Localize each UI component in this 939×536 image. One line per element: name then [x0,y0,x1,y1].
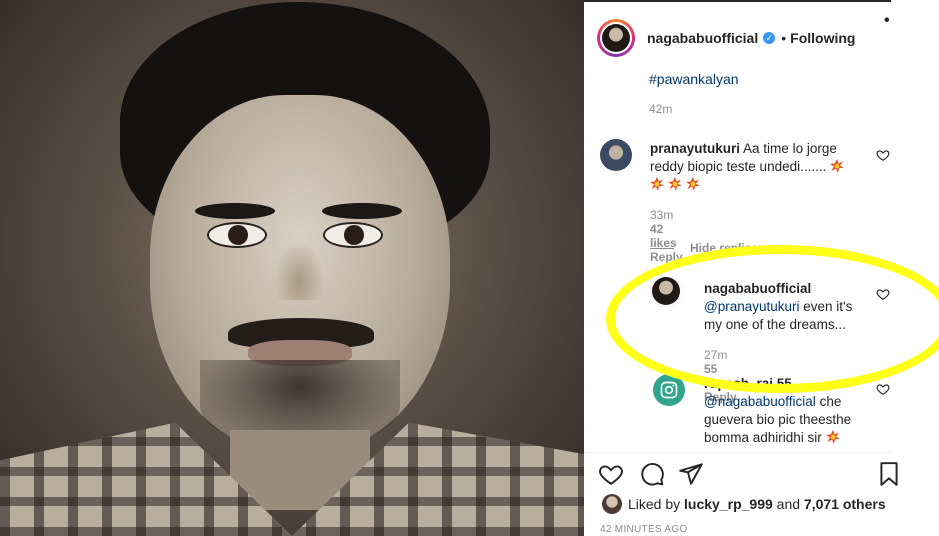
comment-meta: 33m 42 likes Reply [650,208,693,264]
comment-like-heart-icon[interactable] [876,148,890,162]
likes-summary: Liked by lucky_rp_999 and 7,071 others [602,494,886,514]
more-options-icon[interactable]: • [884,12,890,30]
share-paper-plane-icon[interactable] [678,461,704,487]
collision-emoji-icon [667,177,682,191]
comment-avatar[interactable] [600,139,632,171]
following-button[interactable]: Following [790,30,855,46]
post-sidebar: nagababuofficial ✓ • Following • #pawank… [584,0,939,536]
comment-timestamp: 33m [650,208,674,222]
hide-replies-line [650,248,674,250]
photo-nose [274,240,324,300]
photo-right-eye [323,222,383,248]
post-timestamp: 42 MINUTES AGO [600,524,688,535]
collision-emoji-icon [685,177,700,191]
reply-timestamp: 27m [704,348,728,362]
comment-username[interactable]: pranayutukuri [650,141,740,156]
save-bookmark-icon[interactable] [876,461,902,487]
author-username[interactable]: nagababuofficial [647,30,758,46]
reply-avatar[interactable] [653,374,685,406]
photo-left-eye [207,222,267,248]
hide-replies-label: Hide replies [690,241,759,255]
reply-like-heart-icon[interactable] [876,382,890,396]
reply-mention[interactable]: @pranayutukuri [704,299,800,314]
photo-right-brow [322,203,402,219]
liker-username[interactable]: lucky_rp_999 [684,496,773,512]
reply-body: nagababuofficial @pranayutukuri even it'… [704,280,874,334]
reply-mention[interactable]: @nagababuofficial [704,394,816,409]
reply-username[interactable]: nagababuofficial [704,281,811,296]
liker-avatar[interactable] [602,494,622,514]
post-photo[interactable] [0,0,584,536]
like-heart-icon[interactable] [598,461,624,487]
liked-by-prefix: Liked by [628,496,681,512]
reply-like-heart-icon[interactable] [876,287,890,301]
liked-by-and: and [776,496,801,512]
author-avatar[interactable] [597,19,635,57]
hide-replies-button[interactable]: Hide replies [650,241,758,255]
caption-timestamp: 42m [649,102,673,116]
collision-emoji-icon [825,430,840,444]
photo-left-brow [195,203,275,219]
reply-avatar[interactable] [650,275,682,307]
reply-avatar-image [652,277,680,305]
header-separator-dot: • [781,30,787,46]
comment-body: pranayutukuri Aa time lo jorge reddy bio… [650,140,860,194]
instagram-logo-icon [660,381,678,399]
comment-bubble-icon[interactable] [639,461,665,487]
caption-hashtag[interactable]: #pawankalyan [649,71,739,87]
collision-emoji-icon [830,159,845,173]
reply-username[interactable]: rupesh_raj.55 [704,376,792,391]
likes-others-link[interactable]: 7,071 others [804,496,886,512]
post-action-bar [584,452,898,491]
verified-badge-icon: ✓ [763,32,776,44]
collision-emoji-icon [650,177,664,191]
post-header: nagababuofficial ✓ • Following [584,16,891,60]
author-avatar-inner [600,22,632,54]
reply-avatar-inner [650,275,682,307]
author-avatar-image [602,24,630,52]
reply-body: rupesh_raj.55 @nagababuofficial che guev… [704,375,874,447]
top-divider [584,0,891,2]
